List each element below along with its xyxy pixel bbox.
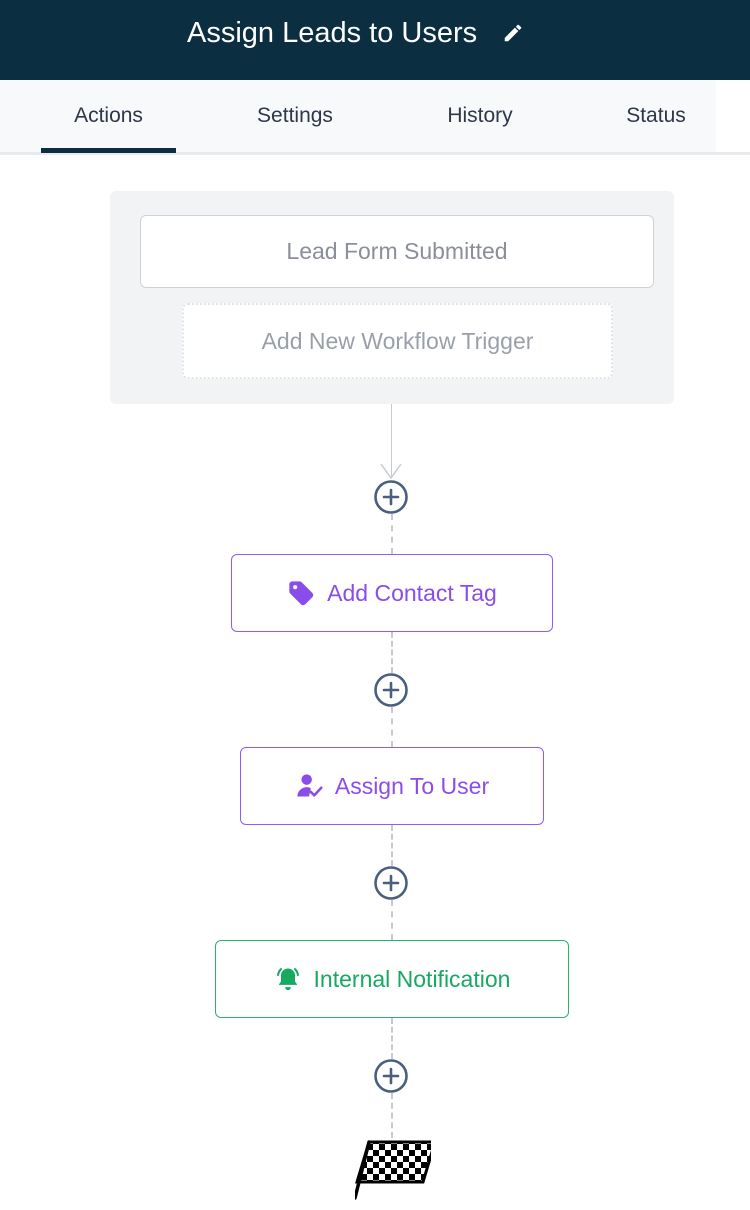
tab-bar: Actions Settings History Status xyxy=(0,80,750,155)
add-step-plus-icon[interactable] xyxy=(374,1059,408,1093)
add-step-plus-icon[interactable] xyxy=(374,866,408,900)
add-step-plus-icon[interactable] xyxy=(374,480,408,514)
checkered-flag-icon xyxy=(355,1140,431,1200)
action-assign-to-user[interactable]: Assign To User xyxy=(240,747,544,825)
add-workflow-trigger-button[interactable]: Add New Workflow Trigger xyxy=(182,303,613,379)
tab-status[interactable]: Status xyxy=(600,80,712,152)
tab-bar-edge xyxy=(716,80,750,152)
tag-icon xyxy=(289,581,314,606)
workflow-title[interactable]: Assign Leads to Users xyxy=(187,14,477,52)
app-header: Assign Leads to Users xyxy=(0,0,750,80)
tab-history[interactable]: History xyxy=(414,80,546,152)
action-label: Assign To User xyxy=(334,772,490,799)
trigger-panel: Lead Form Submitted Add New Workflow Tri… xyxy=(110,191,674,404)
arrow-down-icon xyxy=(380,463,402,480)
connector-line xyxy=(391,825,393,866)
connector-line xyxy=(391,900,393,940)
connector-line xyxy=(391,707,393,747)
connector-line xyxy=(391,632,393,673)
action-internal-notification[interactable]: Internal Notification xyxy=(215,940,569,1018)
action-add-contact-tag[interactable]: Add Contact Tag xyxy=(231,554,553,632)
pencil-icon[interactable] xyxy=(502,22,524,44)
user-check-icon xyxy=(297,774,323,797)
connector-line xyxy=(391,1018,393,1059)
connector-line xyxy=(391,1093,393,1138)
bell-icon xyxy=(276,968,299,991)
action-label: Internal Notification xyxy=(313,965,511,992)
trigger-lead-form-submitted[interactable]: Lead Form Submitted xyxy=(140,215,654,288)
action-label: Add Contact Tag xyxy=(327,579,497,606)
tab-actions[interactable]: Actions xyxy=(41,80,176,153)
connector-line xyxy=(391,514,393,554)
add-step-plus-icon[interactable] xyxy=(374,673,408,707)
tab-settings[interactable]: Settings xyxy=(228,80,362,152)
